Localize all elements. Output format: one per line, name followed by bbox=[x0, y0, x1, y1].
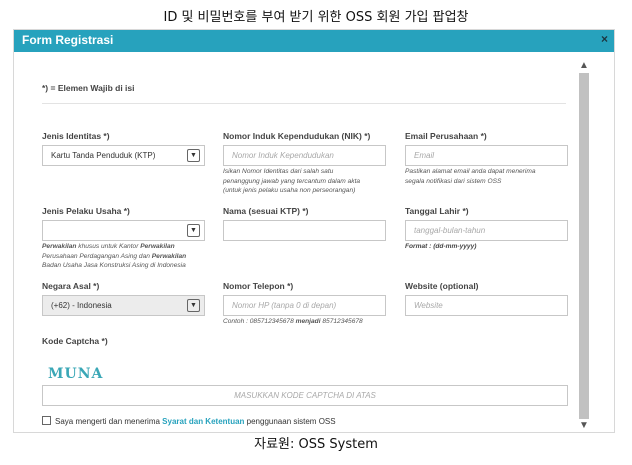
required-note: *) = Elemen Wajib di isi bbox=[42, 83, 135, 93]
captcha-placeholder: MASUKKAN KODE CAPTCHA DI ATAS bbox=[234, 391, 376, 400]
telepon-input[interactable]: Nomor HP (tanpa 0 di depan) bbox=[223, 295, 386, 316]
scroll-thumb[interactable] bbox=[579, 73, 589, 419]
nama-input[interactable] bbox=[223, 220, 386, 241]
telepon-help: Contoh : 085712345678 menjadi 8571234567… bbox=[223, 318, 363, 325]
negara-asal-label: Negara Asal *) bbox=[42, 281, 100, 291]
divider bbox=[42, 103, 566, 104]
terms-suffix: penggunaan sistem OSS bbox=[244, 417, 336, 426]
jenis-pelaku-help: Perwakilan khusus untuk Kantor Perwakila… bbox=[42, 243, 187, 269]
email-placeholder: Email bbox=[414, 151, 435, 160]
negara-asal-select[interactable]: (+62) - Indonesia ▼ bbox=[42, 295, 205, 316]
negara-asal-value: (+62) - Indonesia bbox=[51, 301, 112, 310]
nik-placeholder: Nomor Induk Kependudukan bbox=[232, 151, 334, 160]
website-placeholder: Website bbox=[414, 301, 443, 310]
figure-caption-top: ID 및 비밀번호를 부여 받기 위한 OSS 회원 가입 팝업창 bbox=[163, 10, 469, 25]
figure-caption-bottom: 자료원: OSS System bbox=[254, 437, 378, 452]
nama-label: Nama (sesuai KTP) *) bbox=[223, 206, 309, 216]
captcha-label: Kode Captcha *) bbox=[42, 336, 108, 346]
tanggal-lahir-input[interactable]: tanggal-bulan-tahun bbox=[405, 220, 568, 241]
terms-prefix: Saya mengerti dan menerima bbox=[55, 417, 163, 426]
captcha-input[interactable]: MASUKKAN KODE CAPTCHA DI ATAS bbox=[42, 385, 568, 406]
jenis-identitas-select[interactable]: Kartu Tanda Penduduk (KTP) ▼ bbox=[42, 145, 205, 166]
registration-modal: Form Registrasi × *) = Elemen Wajib di i… bbox=[13, 29, 615, 433]
nik-label: Nomor Induk Kependudukan (NIK) *) bbox=[223, 131, 371, 141]
nik-help-line: Isikan Nomor Identitas dari salah satu bbox=[223, 168, 334, 175]
email-input[interactable]: Email bbox=[405, 145, 568, 166]
telepon-placeholder: Nomor HP (tanpa 0 di depan) bbox=[232, 301, 337, 310]
vertical-scrollbar[interactable]: ▲ ▼ bbox=[577, 60, 591, 432]
tanggal-lahir-label: Tanggal Lahir *) bbox=[405, 206, 469, 216]
jenis-identitas-label: Jenis Identitas *) bbox=[42, 131, 110, 141]
chevron-down-icon: ▼ bbox=[187, 149, 200, 162]
tanggal-lahir-placeholder: tanggal-bulan-tahun bbox=[414, 226, 486, 235]
chevron-down-icon: ▼ bbox=[187, 224, 200, 237]
nik-input[interactable]: Nomor Induk Kependudukan bbox=[223, 145, 386, 166]
scroll-up-icon[interactable]: ▲ bbox=[577, 60, 591, 72]
scroll-down-icon[interactable]: ▼ bbox=[577, 420, 591, 432]
captcha-image: MUNA bbox=[48, 366, 104, 382]
email-label: Email Perusahaan *) bbox=[405, 131, 487, 141]
terms-link[interactable]: Syarat dan Ketentuan bbox=[162, 417, 244, 426]
scroll-track[interactable] bbox=[579, 73, 589, 419]
tanggal-lahir-format: Format : (dd-mm-yyyy) bbox=[405, 243, 477, 250]
email-help-line: Pastikan alamat email anda dapat menerim… bbox=[405, 168, 536, 175]
website-input[interactable]: Website bbox=[405, 295, 568, 316]
terms-row: Saya mengerti dan menerima Syarat dan Ke… bbox=[42, 416, 336, 426]
jenis-pelaku-select[interactable]: ▼ bbox=[42, 220, 205, 241]
jenis-pelaku-label: Jenis Pelaku Usaha *) bbox=[42, 206, 130, 216]
modal-title: Form Registrasi bbox=[22, 33, 114, 47]
chevron-down-icon: ▼ bbox=[187, 299, 200, 312]
website-label: Website (optional) bbox=[405, 281, 479, 291]
nik-help-line: (untuk jenis pelaku usaha non perseorang… bbox=[223, 187, 356, 194]
close-icon[interactable]: × bbox=[601, 32, 608, 46]
modal-header: Form Registrasi × bbox=[14, 30, 614, 52]
telepon-label: Nomor Telepon *) bbox=[223, 281, 294, 291]
nik-help: Isikan Nomor Identitas dari salah satu p… bbox=[223, 167, 360, 196]
nik-help-line: penanggung jawab yang tercantum dalam ak… bbox=[223, 177, 361, 185]
jenis-identitas-value: Kartu Tanda Penduduk (KTP) bbox=[51, 151, 156, 160]
email-help: Pastikan alamat email anda dapat menerim… bbox=[405, 167, 535, 186]
terms-checkbox[interactable] bbox=[42, 416, 51, 425]
email-help-line: segala notifikasi dari sistem OSS bbox=[405, 177, 502, 185]
